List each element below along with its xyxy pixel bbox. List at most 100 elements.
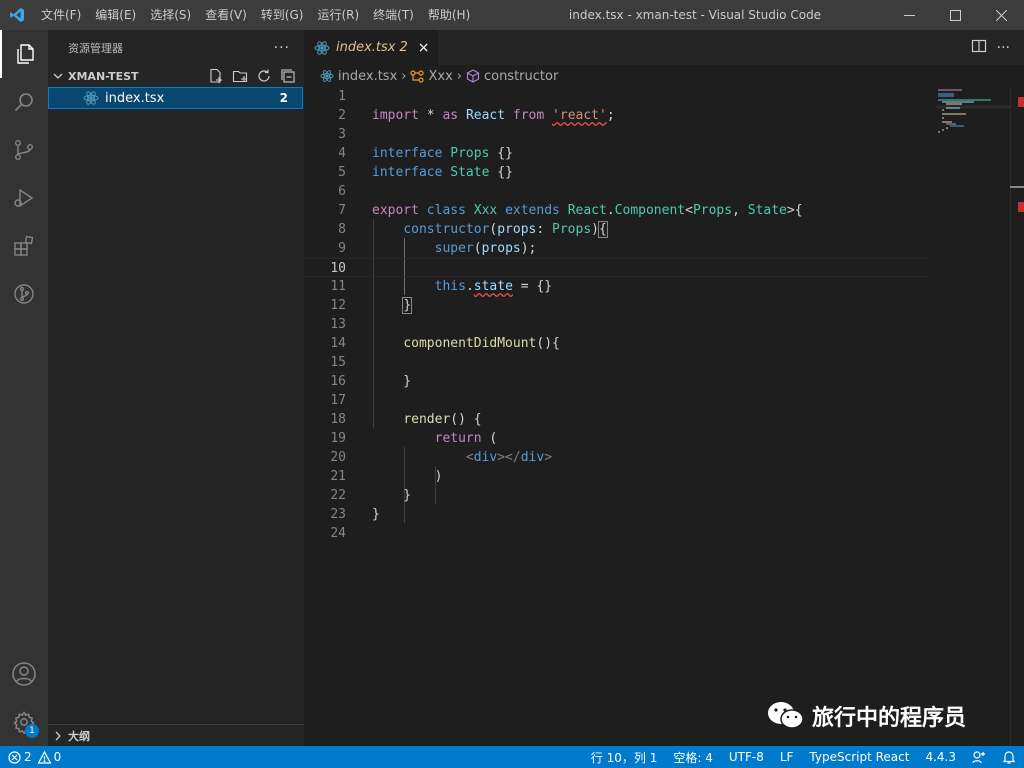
menu-item[interactable]: 运行(R) [310, 0, 366, 30]
typescript-version[interactable]: 4.4.3 [917, 746, 964, 768]
collapse-all-icon[interactable] [278, 66, 298, 86]
code-line-8: 8 constructor(props: Props){ [338, 221, 608, 238]
watermark-text: 旅行中的程序员 [812, 706, 967, 731]
breadcrumb-member-label: constructor [483, 68, 559, 84]
code-line-14: 14 componentDidMount(){ [330, 336, 560, 351]
warning-icon [37, 750, 51, 764]
breadcrumb-file[interactable]: index.tsx [320, 69, 397, 84]
menu-item[interactable]: 文件(F) [34, 0, 88, 30]
tab-close-icon[interactable]: × [418, 40, 430, 56]
account-icon[interactable] [0, 650, 48, 698]
code-line-3: 3 [338, 127, 346, 142]
breadcrumb-class-label: Xxx [428, 68, 453, 84]
breadcrumb-member[interactable]: constructor [466, 69, 558, 84]
indentation-status[interactable]: 空格: 4 [665, 746, 721, 768]
folder-name: XMAN-TEST [68, 69, 139, 83]
git-graph-icon[interactable] [0, 270, 48, 318]
menu-item[interactable]: 编辑(E) [88, 0, 143, 30]
chevron-right-icon: › [456, 68, 462, 84]
problems-status[interactable]: 2 0 [0, 746, 69, 768]
explorer-icon[interactable] [0, 30, 48, 78]
code-line-16: 16 } [330, 374, 412, 389]
outline-title: 大纲 [68, 729, 90, 743]
chevron-down-icon [48, 71, 68, 81]
refresh-icon[interactable] [254, 66, 274, 86]
feedback-icon[interactable] [964, 746, 994, 768]
breadcrumb-class[interactable]: Xxx [410, 68, 453, 84]
menu-item[interactable]: 查看(V) [198, 0, 254, 30]
code-line-20: 20 <div></div> [330, 450, 553, 465]
settings-update-badge: 1 [25, 724, 39, 738]
code-line-12: 12 } [330, 297, 413, 314]
search-icon[interactable] [0, 78, 48, 126]
encoding-status[interactable]: UTF-8 [721, 746, 772, 768]
error-marker [1018, 202, 1024, 212]
tab-bar: index.tsx 2 × ··· [304, 30, 1024, 65]
status-bar: 2 0 行 10，列 1 空格: 4 UTF-8 LF TypeScript R… [0, 746, 1024, 768]
more-actions-icon[interactable]: ··· [997, 40, 1010, 56]
problems-count-badge: 2 [279, 91, 288, 105]
code-line-5: 5 interface State {} [338, 165, 513, 180]
menu-item[interactable]: 帮助(H) [421, 0, 477, 30]
code-line-22: 22 } [330, 488, 412, 503]
tab-index-tsx[interactable]: index.tsx 2 × [304, 30, 438, 65]
react-file-icon [83, 90, 101, 106]
wechat-icon [766, 700, 806, 732]
tab-label: index.tsx [336, 40, 396, 55]
class-symbol-icon [410, 69, 425, 83]
close-window-button[interactable] [978, 0, 1024, 30]
code-line-6: 6 [338, 184, 346, 199]
cursor-line-marker [1010, 186, 1024, 188]
vertical-scrollbar[interactable] [1010, 87, 1024, 746]
settings-gear-icon[interactable]: 1 [0, 698, 48, 746]
code-line-15: 15 [330, 355, 346, 370]
watermark: 旅行中的程序员 [766, 700, 966, 732]
error-icon [8, 750, 21, 764]
source-control-icon[interactable] [0, 126, 48, 174]
folder-section-header[interactable]: XMAN-TEST [48, 65, 304, 87]
code-line-17: 17 [330, 393, 346, 408]
warning-count: 0 [53, 750, 62, 764]
minimap[interactable] [936, 87, 1011, 147]
notifications-bell-icon[interactable] [994, 746, 1024, 768]
split-editor-icon[interactable] [971, 38, 987, 58]
code-line-23: 23} [330, 507, 380, 522]
code-editor[interactable]: 1 2 import * as React from 'react'; 3 4 in… [304, 87, 1024, 746]
file-tree-item-index-tsx[interactable]: index.tsx 2 [48, 87, 303, 109]
maximize-button[interactable] [932, 0, 978, 30]
menu-item[interactable]: 选择(S) [143, 0, 198, 30]
more-actions-icon[interactable]: ··· [274, 40, 290, 56]
breadcrumb-file-label: index.tsx [338, 68, 398, 84]
explorer-header: 资源管理器 ··· [48, 30, 304, 65]
react-file-icon [320, 69, 334, 83]
new-file-icon[interactable] [206, 66, 226, 86]
language-mode[interactable]: TypeScript React [801, 746, 917, 768]
method-cube-icon [466, 69, 480, 83]
eol-status[interactable]: LF [772, 746, 802, 768]
menu-bar: 文件(F) 编辑(E) 选择(S) 查看(V) 转到(G) 运行(R) 终端(T) 帮助(H) [34, 0, 477, 30]
vscode-logo-icon [0, 0, 34, 30]
minimize-button[interactable] [886, 0, 932, 30]
explorer-sidebar: 资源管理器 ··· XMAN-TEST index.tsx 2 大纲 [48, 30, 304, 746]
cursor-position[interactable]: 行 10，列 1 [583, 746, 666, 768]
extensions-icon[interactable] [0, 222, 48, 270]
code-line-18: 18 render() { [330, 412, 482, 427]
outline-section-header[interactable]: 大纲 [48, 724, 304, 746]
code-line-4: 4 interface Props {} [338, 146, 513, 161]
menu-item[interactable]: 终端(T) [366, 0, 421, 30]
folder-actions [206, 66, 304, 86]
file-tree-item-label: index.tsx [105, 90, 165, 106]
chevron-right-icon: › [401, 68, 407, 84]
run-debug-icon[interactable] [0, 174, 48, 222]
error-count: 2 [24, 750, 32, 764]
activity-bar: 1 [0, 30, 48, 746]
code-line-13: 13 [330, 317, 346, 332]
code-line-1: 1 [338, 89, 346, 104]
code-line-24: 24 [330, 526, 346, 541]
code-line-21: 21 ) [330, 469, 443, 484]
new-folder-icon[interactable] [230, 66, 250, 86]
window-title: index.tsx - xman-test - Visual Studio Co… [568, 8, 822, 22]
code-line-7: 7 export class Xxx extends React.Componen… [338, 203, 803, 218]
menu-item[interactable]: 转到(G) [254, 0, 311, 30]
editor-area: index.tsx 2 × ··· index.tsx › Xxx › cons… [304, 30, 1024, 746]
